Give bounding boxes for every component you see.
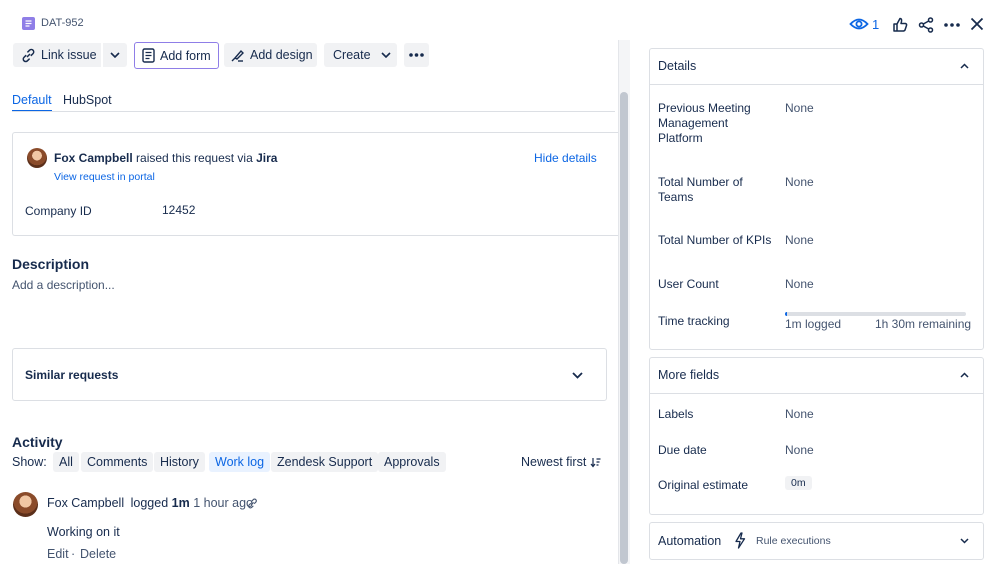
field-label-meeting-platform: Previous Meeting Management Platform <box>658 101 751 145</box>
request-card <box>12 132 618 236</box>
chevron-down-icon[interactable] <box>571 370 583 380</box>
share-icon[interactable] <box>917 16 935 34</box>
company-id-label: Company ID <box>25 204 92 218</box>
worklog-time[interactable]: 1 hour ago <box>193 496 253 510</box>
time-tracking-bar[interactable] <box>785 312 966 316</box>
requester-name[interactable]: Fox Campbell <box>54 151 133 165</box>
issue-key[interactable]: DAT-952 <box>41 17 84 29</box>
details-header-divider <box>650 84 983 85</box>
description-input[interactable]: Add a description... <box>12 278 115 292</box>
link-issue-label: Link issue <box>41 48 97 62</box>
eye-icon <box>849 17 869 31</box>
close-icon[interactable] <box>968 15 986 33</box>
field-label-user-count: User Count <box>658 277 719 291</box>
sort-label: Newest first <box>521 455 587 469</box>
chevron-up-icon[interactable] <box>959 62 969 70</box>
design-icon <box>230 48 245 63</box>
activity-heading: Activity <box>12 434 63 450</box>
hide-details-link[interactable]: Hide details <box>534 151 597 165</box>
worklog-author[interactable]: Fox Campbell <box>47 496 124 510</box>
field-value-total-teams[interactable]: None <box>785 175 814 189</box>
like-icon[interactable] <box>891 16 909 34</box>
field-label-total-kpis: Total Number of KPIs <box>658 233 772 247</box>
add-design-button[interactable]: Add design <box>224 43 317 67</box>
more-fields-title[interactable]: More fields <box>658 368 719 382</box>
chevron-down-icon <box>380 52 391 58</box>
field-value-meeting-platform[interactable]: None <box>785 101 814 115</box>
worklog-action: logged <box>130 496 169 510</box>
field-label-original-estimate: Original estimate <box>658 478 749 492</box>
field-value-labels[interactable]: None <box>785 407 814 421</box>
time-tracking-fill <box>785 312 787 316</box>
worklog-delete-button[interactable]: Delete <box>80 547 116 561</box>
worklog-edit-button[interactable]: Edit <box>47 547 69 561</box>
field-label-due-date: Due date <box>658 443 707 457</box>
field-value-original-estimate[interactable]: 0m <box>785 476 812 490</box>
chevron-up-icon[interactable] <box>959 371 969 379</box>
more-fields-header-divider <box>650 393 983 394</box>
worklog-comment: Working on it <box>47 525 120 539</box>
company-id-value[interactable]: 12452 <box>162 203 195 217</box>
filter-history[interactable]: History <box>154 452 205 472</box>
time-remaining: 1h 30m remaining <box>875 317 972 331</box>
field-label-time-tracking: Time tracking <box>658 314 730 328</box>
automation-title: Automation <box>658 534 722 548</box>
link-issue-button[interactable]: Link issue <box>13 43 101 67</box>
create-button[interactable]: Create <box>324 43 397 67</box>
show-label: Show: <box>12 455 47 469</box>
description-heading: Description <box>12 256 90 272</box>
add-form-button[interactable]: Add form <box>134 42 219 69</box>
tab-hubspot[interactable]: HubSpot <box>63 93 112 107</box>
chevron-down-icon[interactable] <box>959 537 969 545</box>
field-value-user-count[interactable]: None <box>785 277 814 291</box>
view-portal-link[interactable]: View request in portal <box>54 171 155 183</box>
tabs-divider <box>12 111 615 112</box>
issue-type-icon <box>22 17 35 30</box>
worklog-separator: · <box>71 547 76 561</box>
link-issue-dropdown[interactable] <box>103 43 127 67</box>
filter-comments[interactable]: Comments <box>81 452 154 472</box>
field-label-labels: Labels <box>658 407 694 421</box>
sort-button[interactable]: Newest first <box>521 455 601 469</box>
channel-name: Jira <box>256 151 278 165</box>
scrollbar-thumb[interactable] <box>620 92 628 564</box>
add-form-label: Add form <box>160 48 211 63</box>
worklog-duration: 1m <box>171 496 190 510</box>
watch-button[interactable]: 1 <box>849 14 879 34</box>
form-icon <box>142 48 155 63</box>
field-value-due-date[interactable]: None <box>785 443 814 457</box>
link-icon <box>21 48 36 63</box>
filter-approvals[interactable]: Approvals <box>378 452 446 472</box>
create-label: Create <box>333 48 371 62</box>
details-title[interactable]: Details <box>658 59 696 73</box>
toolbar-more-button[interactable] <box>404 43 429 67</box>
permalink-icon[interactable] <box>246 497 258 509</box>
request-summary: Fox Campbell raised this request via Jir… <box>54 151 277 165</box>
similar-requests-title: Similar requests <box>25 368 119 382</box>
chevron-down-icon <box>110 52 120 58</box>
add-design-label: Add design <box>250 48 313 62</box>
raised-text: raised this request via <box>136 151 253 165</box>
watch-count: 1 <box>872 16 880 32</box>
filter-work-log[interactable]: Work log <box>209 452 271 472</box>
rule-executions-link[interactable]: Rule executions <box>756 535 831 547</box>
avatar[interactable] <box>13 492 38 517</box>
sort-icon <box>590 457 601 468</box>
lightning-icon <box>733 532 747 549</box>
avatar[interactable] <box>27 148 47 168</box>
tab-default[interactable]: Default <box>12 93 52 107</box>
filter-all[interactable]: All <box>53 452 79 472</box>
time-logged: 1m logged <box>785 317 842 331</box>
worklog-entry-header: Fox Campbell logged 1m 1 hour ago <box>47 496 253 510</box>
more-actions-icon[interactable] <box>943 16 961 34</box>
field-value-total-kpis[interactable]: None <box>785 233 814 247</box>
more-icon <box>409 53 424 57</box>
field-label-total-teams: Total Number of Teams <box>658 175 743 204</box>
filter-zendesk-support[interactable]: Zendesk Support <box>271 452 379 472</box>
